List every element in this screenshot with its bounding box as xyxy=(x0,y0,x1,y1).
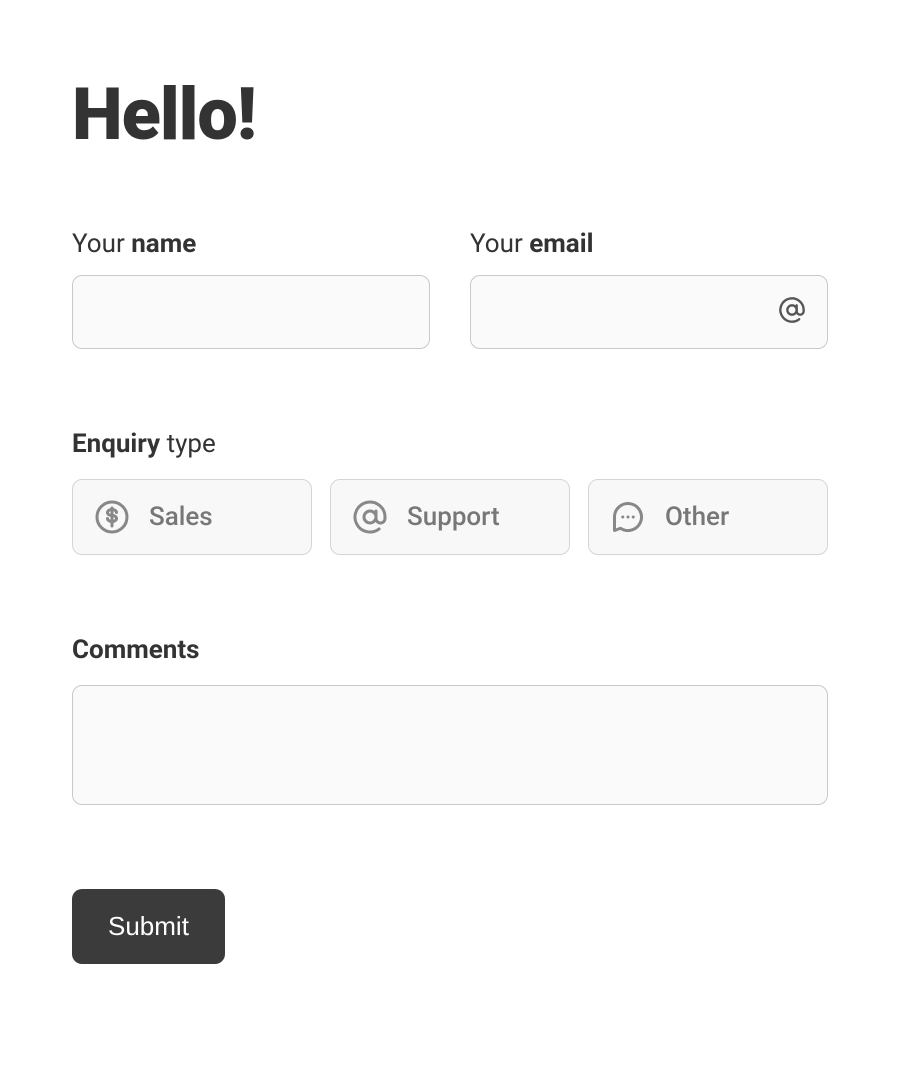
at-sign-icon xyxy=(778,296,806,328)
dollar-circle-icon xyxy=(93,498,131,536)
comments-label-text: Comments xyxy=(72,635,200,665)
enquiry-label-bold: Enquiry xyxy=(72,429,160,459)
chat-bubble-icon xyxy=(609,498,647,536)
enquiry-label: Enquiry type xyxy=(72,429,828,459)
enquiry-option-sales[interactable]: Sales xyxy=(72,479,312,555)
submit-button[interactable]: Submit xyxy=(72,889,225,964)
enquiry-option-label: Sales xyxy=(149,502,213,532)
name-input[interactable] xyxy=(72,275,430,349)
name-label: Your name xyxy=(72,229,430,259)
enquiry-option-label: Support xyxy=(407,502,500,532)
enquiry-option-label: Other xyxy=(665,502,729,532)
comments-textarea[interactable] xyxy=(72,685,828,805)
email-label-prefix: Your xyxy=(470,229,529,259)
email-label: Your email xyxy=(470,229,828,259)
email-input[interactable] xyxy=(470,275,828,349)
name-label-bold: name xyxy=(131,229,196,259)
comments-label: Comments xyxy=(72,635,828,665)
page-title: Hello! xyxy=(72,72,828,157)
enquiry-option-other[interactable]: Other xyxy=(588,479,828,555)
name-label-prefix: Your xyxy=(72,229,131,259)
enquiry-label-suffix: type xyxy=(160,429,216,459)
at-sign-icon xyxy=(351,498,389,536)
email-label-bold: email xyxy=(529,229,593,259)
enquiry-option-support[interactable]: Support xyxy=(330,479,570,555)
enquiry-options: Sales Support Other xyxy=(72,479,828,555)
